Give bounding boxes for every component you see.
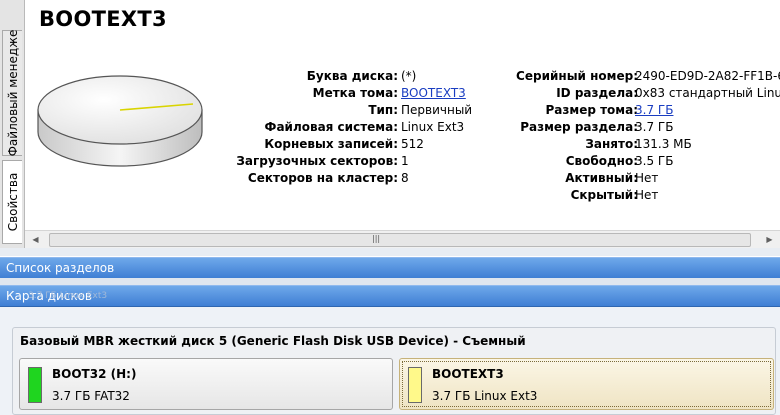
sectors-per-cluster-label: Секторов на кластер:	[247, 171, 398, 185]
root-entries-value: 512	[401, 137, 424, 151]
scrollbar-thumb[interactable]: |||	[49, 233, 751, 247]
drive-letter-label: Буква диска:	[306, 69, 398, 83]
partition-info: 3.7 ГБ Linux Ext3	[432, 389, 538, 403]
splitter[interactable]	[0, 248, 780, 256]
grip-icon: |||	[372, 234, 381, 243]
hidden-value: Нет	[635, 188, 659, 202]
serial-number-label: Серийный номер:	[516, 69, 638, 83]
hidden-label: Скрытый:	[570, 188, 638, 202]
disk-usage-pie-icon	[37, 75, 203, 167]
properties-pane: BOOTEXT3 Буква диска: (*) Метка тома: BO…	[25, 0, 780, 230]
partition-list-title: Список разделов	[6, 261, 115, 275]
boot-sectors-value: 1	[401, 154, 409, 168]
tab-file-manager[interactable]: Файловый менедже	[2, 30, 22, 156]
panel-separator	[0, 278, 780, 285]
partition-list-header[interactable]: Список разделов	[0, 257, 780, 279]
volume-label-label: Метка тома:	[312, 86, 398, 100]
type-label: Тип:	[368, 103, 398, 117]
partition-boot32[interactable]: BOOT32 (H:) 3.7 ГБ FAT32	[19, 358, 393, 410]
serial-number-value: 2490-ED9D-2A82-FF1B-6C0	[635, 69, 780, 83]
volume-size-label: Размер тома:	[545, 103, 638, 117]
active-label: Активный:	[565, 171, 638, 185]
drive-letter-value: (*)	[401, 69, 417, 83]
scrolled-partition-text: 3.7 ГБ Linux Ext3	[28, 291, 108, 301]
partition-id-label: ID раздела:	[556, 86, 638, 100]
partition-name: BOOT32 (H:)	[52, 367, 137, 381]
partition-color-swatch	[408, 367, 422, 403]
tab-properties-label: Свойства	[5, 172, 20, 232]
partition-id-value: 0x83 стандартный Linux	[635, 86, 780, 100]
partition-bootext3-selected[interactable]: BOOTEXT3 3.7 ГБ Linux Ext3	[399, 358, 774, 410]
tab-properties[interactable]: Свойства	[2, 160, 22, 244]
side-tab-strip: Файловый менедже Свойства	[0, 0, 25, 256]
partition-size-value: 3.7 ГБ	[635, 120, 674, 134]
horizontal-scrollbar[interactable]: ◀ ||| ▶	[25, 230, 780, 248]
filesystem-value: Linux Ext3	[401, 120, 465, 134]
free-label: Свободно:	[565, 154, 638, 168]
type-value: Первичный	[401, 103, 473, 117]
disk-map-header[interactable]: Карта дисков	[0, 285, 780, 307]
sectors-per-cluster-value: 8	[401, 171, 409, 185]
used-label: Занято:	[585, 137, 638, 151]
volume-title: BOOTEXT3	[39, 7, 167, 31]
active-value: Нет	[635, 171, 659, 185]
boot-sectors-label: Загрузочных секторов:	[236, 154, 398, 168]
arrow-right-icon[interactable]: ▶	[761, 231, 778, 248]
partition-size-label: Размер раздела:	[520, 120, 638, 134]
filesystem-label: Файловая система:	[264, 120, 398, 134]
free-value: 3.5 ГБ	[635, 154, 674, 168]
used-value: 131.3 МБ	[635, 137, 692, 151]
partition-color-swatch	[28, 367, 42, 403]
disk-title: Базовый MBR жесткий диск 5 (Generic Flas…	[20, 334, 526, 348]
partition-name: BOOTEXT3	[432, 367, 504, 381]
volume-size-link[interactable]: 3.7 ГБ	[635, 103, 673, 117]
partition-info: 3.7 ГБ FAT32	[52, 389, 130, 403]
arrow-left-icon[interactable]: ◀	[27, 231, 44, 248]
volume-label-link[interactable]: BOOTEXT3	[401, 86, 466, 100]
tab-file-manager-label: Файловый менедже	[5, 29, 20, 157]
root-entries-label: Корневых записей:	[264, 137, 398, 151]
